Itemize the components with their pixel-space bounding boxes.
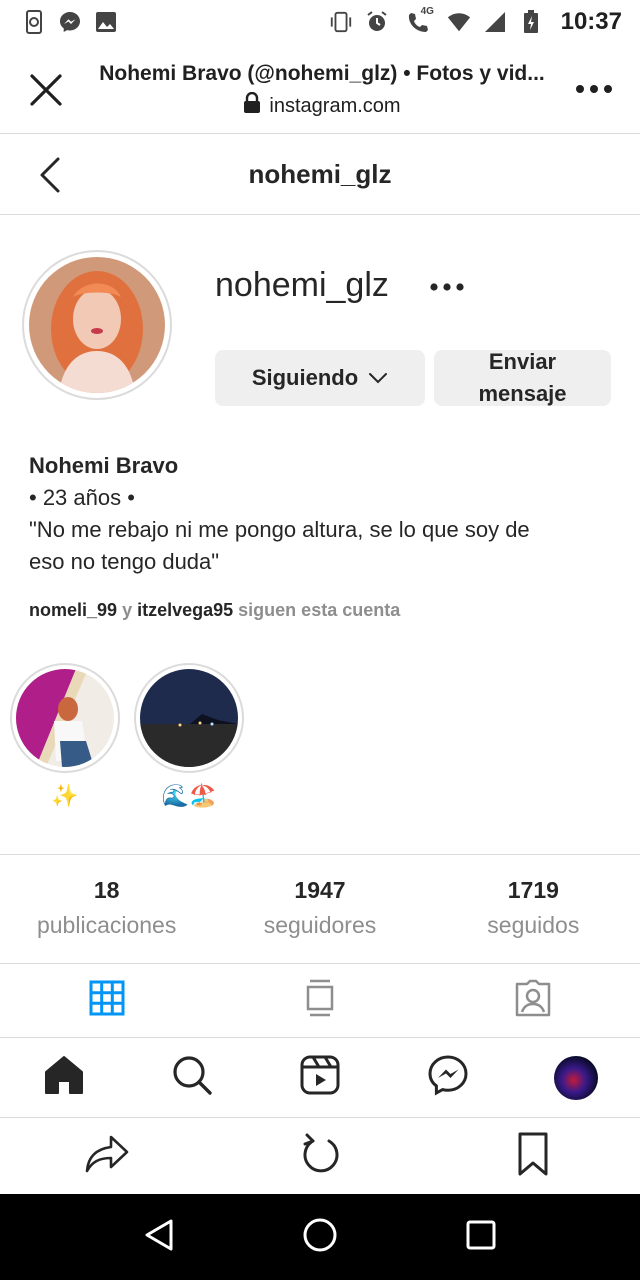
close-icon[interactable]: [26, 70, 66, 110]
status-bar: 4G 10:37: [0, 0, 640, 44]
chevron-down-icon: [368, 362, 388, 394]
vibrate-icon: [329, 10, 353, 34]
wifi-icon: [447, 10, 471, 34]
grid-icon: [89, 980, 125, 1021]
search-icon: [171, 1054, 213, 1101]
story-highlight[interactable]: 🌊🏖️: [134, 663, 244, 809]
avatar-image: [29, 257, 165, 393]
image-icon: [94, 10, 118, 34]
reels-icon: [300, 1055, 340, 1100]
network-label: 4G: [420, 6, 434, 17]
browser-bottom-toolbar: [0, 1118, 640, 1194]
reload-button[interactable]: [213, 1118, 426, 1194]
nav-profile[interactable]: [512, 1038, 640, 1117]
followers-count[interactable]: 1947 seguidores: [213, 855, 426, 963]
followed-by-user[interactable]: nomeli_99: [29, 600, 117, 620]
feed-icon: [306, 979, 334, 1022]
highlight-cover: [16, 669, 114, 767]
bookmark-button[interactable]: [427, 1118, 640, 1194]
bio-line: eso no tengo duda": [29, 549, 220, 574]
profile-stats: 18 publicaciones 1947 seguidores 1719 se…: [0, 854, 640, 964]
followed-by-suffix: siguen esta cuenta: [238, 600, 401, 620]
recents-square-icon[interactable]: [465, 1219, 497, 1256]
highlight-cover: [140, 669, 238, 767]
home-icon: [43, 1055, 85, 1100]
followed-by[interactable]: nomeli_99 y itzelvega95 siguen esta cuen…: [29, 600, 400, 621]
profile-options-icon[interactable]: [426, 272, 470, 302]
send-message-label-line1: Enviar: [488, 349, 557, 374]
wifi-calling-icon: 4G: [401, 6, 435, 34]
highlight-label: ✨: [51, 783, 79, 808]
battery-icon: [519, 10, 543, 34]
signal-icon: [483, 10, 507, 34]
bookmark-icon: [517, 1132, 549, 1181]
browser-title-area[interactable]: Nohemi Bravo (@nohemi_glz) • Fotos y vid…: [92, 62, 552, 120]
browser-toolbar: Nohemi Bravo (@nohemi_glz) • Fotos y vid…: [0, 44, 640, 134]
content-tabs: [0, 964, 640, 1038]
following-count[interactable]: 1719 seguidos: [427, 855, 640, 963]
home-circle-icon[interactable]: [302, 1217, 338, 1258]
more-options-icon[interactable]: [574, 74, 614, 104]
send-message-label-line2: mensaje: [478, 381, 567, 406]
followed-by-user[interactable]: itzelvega95: [137, 600, 233, 620]
profile-avatar[interactable]: [22, 250, 172, 400]
send-message-button[interactable]: Enviar mensaje: [434, 349, 611, 406]
nav-reels[interactable]: [256, 1038, 384, 1117]
messenger-icon: [58, 10, 82, 34]
following-label: Siguiendo: [251, 365, 359, 390]
tagged-icon: [513, 979, 553, 1022]
sync-phone-icon: [22, 10, 46, 34]
clock: 10:37: [560, 8, 622, 35]
header-username: nohemi_glz: [248, 159, 392, 189]
highlight-label: 🌊🏖️: [161, 783, 217, 808]
nav-home[interactable]: [0, 1038, 128, 1117]
reload-icon: [299, 1133, 341, 1180]
back-triangle-icon[interactable]: [143, 1218, 175, 1257]
profile-username: nohemi_glz: [215, 266, 389, 304]
lock-icon: [243, 91, 261, 120]
page-title: Nohemi Bravo (@nohemi_glz) • Fotos y vid…: [99, 62, 545, 85]
tab-tagged[interactable]: [427, 964, 640, 1037]
story-highlight[interactable]: ✨: [10, 663, 120, 809]
bio-line: "No me rebajo ni me pongo altura, se lo …: [29, 517, 530, 542]
nav-search[interactable]: [128, 1038, 256, 1117]
tab-feed[interactable]: [213, 964, 426, 1037]
posts-count[interactable]: 18 publicaciones: [0, 855, 213, 963]
full-name: Nohemi Bravo: [29, 453, 179, 478]
profile-bio: Nohemi Bravo • 23 años • "No me rebajo n…: [29, 450, 619, 578]
nav-messages[interactable]: [384, 1038, 512, 1117]
url-text: instagram.com: [269, 94, 401, 117]
following-button[interactable]: Siguiendo: [215, 350, 425, 406]
share-icon: [85, 1134, 129, 1179]
profile-header: nohemi_glz: [0, 135, 640, 215]
messenger-icon: [427, 1054, 469, 1101]
tab-grid[interactable]: [0, 964, 213, 1037]
bio-line: • 23 años •: [29, 485, 135, 510]
bottom-navigation: [0, 1038, 640, 1118]
avatar: [554, 1055, 598, 1100]
followed-by-conjunction: y: [122, 600, 133, 620]
url-display: instagram.com: [92, 91, 552, 120]
system-navigation-bar: [0, 1194, 640, 1280]
share-button[interactable]: [0, 1118, 213, 1194]
alarm-icon: [365, 10, 389, 34]
